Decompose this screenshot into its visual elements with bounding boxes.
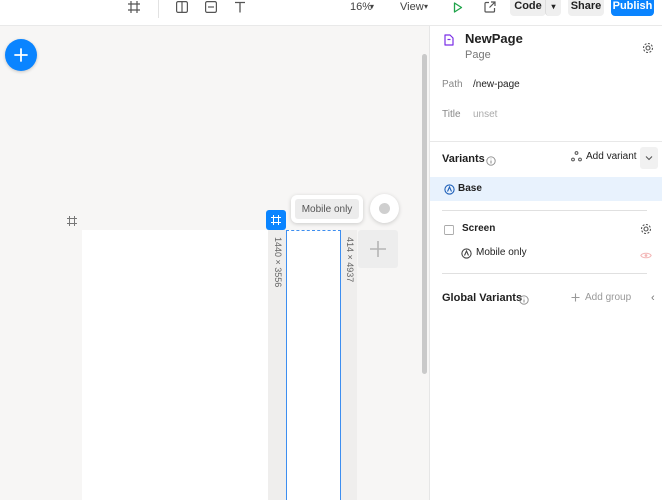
path-input[interactable]: /new-page: [473, 79, 520, 90]
columns-icon[interactable]: [173, 0, 191, 16]
open-external-icon[interactable]: [481, 0, 499, 16]
path-label: Path: [442, 79, 463, 90]
design-canvas[interactable]: 1440 × 3556 414 × 4937 Mobile only: [0, 26, 429, 500]
zoom-chevron-icon[interactable]: ▾: [370, 0, 374, 14]
stack-icon[interactable]: [202, 0, 220, 16]
publish-button[interactable]: Publish: [611, 0, 654, 16]
variants-heading: Variants: [442, 153, 485, 165]
plus-icon: [370, 241, 386, 257]
variant-icon: [461, 247, 472, 262]
variant-add-icon: [571, 151, 582, 162]
desktop-size-label: 1440 × 3556: [273, 237, 283, 288]
top-toolbar: 16% ▾ View ▾ Code ▾ Share Publish: [0, 0, 662, 26]
section-divider: [442, 210, 647, 211]
toolbar-divider: [158, 0, 159, 18]
screen-settings-gear-icon[interactable]: [640, 223, 652, 238]
title-label: Title: [442, 109, 461, 120]
page-icon: [444, 34, 454, 46]
variant-row-mobile-only[interactable]: Mobile only: [430, 241, 662, 265]
add-variant-label: Add variant: [586, 151, 637, 162]
title-input[interactable]: unset: [473, 109, 497, 120]
section-divider: [430, 141, 662, 142]
info-icon[interactable]: [486, 154, 496, 166]
share-button[interactable]: Share: [568, 0, 604, 16]
record-dot-icon: [379, 203, 390, 214]
screen-group-icon: [444, 223, 454, 238]
eye-icon[interactable]: [640, 248, 652, 263]
code-menu-chevron-icon[interactable]: ▾: [545, 0, 561, 16]
frame-icon: [271, 215, 281, 225]
plus-icon: [14, 48, 28, 62]
page-title[interactable]: NewPage: [465, 31, 523, 46]
properties-panel: NewPage Page Path /new-page Title unset …: [429, 26, 662, 500]
add-variant-chevron-icon[interactable]: [640, 147, 658, 169]
code-button-label: Code: [514, 0, 542, 12]
plus-icon: [571, 293, 580, 302]
code-button[interactable]: Code: [510, 0, 546, 16]
view-menu[interactable]: View: [400, 0, 424, 14]
frame-tool-icon[interactable]: [125, 0, 143, 16]
record-button[interactable]: [370, 194, 399, 223]
desktop-artboard[interactable]: [82, 230, 268, 500]
variant-base-row[interactable]: Base: [430, 177, 662, 201]
mobile-artboard[interactable]: [286, 230, 341, 500]
variant-tooltip: Mobile only: [291, 195, 363, 223]
page-type-label: Page: [465, 49, 491, 61]
add-element-button[interactable]: [5, 39, 37, 71]
collapse-chevron-icon[interactable]: ‹: [651, 292, 655, 304]
selected-frame-badge[interactable]: [266, 210, 286, 230]
frame-icon[interactable]: [67, 214, 78, 226]
share-button-label: Share: [570, 0, 602, 12]
canvas-scrollbar[interactable]: [422, 54, 427, 374]
variant-tooltip-label: Mobile only: [295, 199, 359, 219]
view-chevron-icon[interactable]: ▾: [424, 0, 428, 14]
info-icon[interactable]: [519, 293, 529, 305]
zoom-level[interactable]: 16%: [350, 0, 372, 14]
play-icon[interactable]: [449, 0, 467, 16]
add-group-button[interactable]: Add group: [571, 292, 631, 303]
section-divider: [442, 273, 647, 274]
text-tool-icon[interactable]: [231, 0, 249, 16]
publish-button-label: Publish: [612, 0, 653, 12]
screen-group-label: Screen: [462, 223, 496, 234]
page-settings-gear-icon[interactable]: [642, 42, 654, 54]
add-breakpoint-button[interactable]: [358, 230, 398, 268]
variant-icon: [444, 183, 455, 198]
add-group-label: Add group: [585, 292, 632, 303]
global-variants-heading: Global Variants: [442, 292, 523, 304]
mobile-size-label: 414 × 4937: [345, 237, 355, 283]
variant-base-label: Base: [458, 183, 482, 194]
variant-mobile-only-label: Mobile only: [476, 247, 527, 258]
add-variant-button[interactable]: Add variant: [571, 151, 637, 162]
